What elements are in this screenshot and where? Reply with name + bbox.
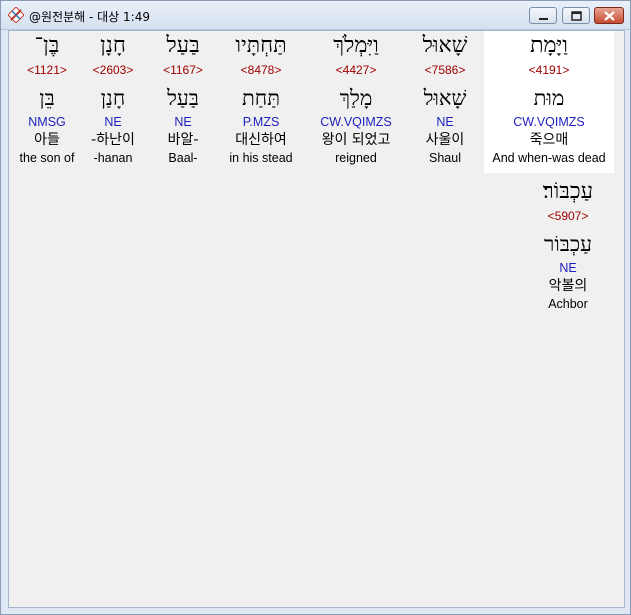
- english-gloss: And when-was dead: [492, 151, 606, 165]
- word-column-7[interactable]: בֶּן־ <1121> בֵּן NMSG 아들 the son of: [13, 31, 81, 167]
- strong-number[interactable]: <5907>: [528, 207, 608, 225]
- window-title: @원전분해 - 대상 1:49: [29, 10, 150, 24]
- morphology-code: NE: [559, 261, 577, 275]
- morphology-code: NE: [174, 115, 192, 129]
- korean-gloss: -하난이: [91, 132, 135, 148]
- hebrew-lemma: תַּחַת: [241, 86, 281, 110]
- english-gloss: reigned: [335, 151, 377, 165]
- word-column-3[interactable]: וַיִּמְלֹךְ <4427> מָלַךְ CW.VQIMZS 왕이 되…: [307, 31, 405, 167]
- maximize-icon: [571, 11, 582, 21]
- strong-number[interactable]: <4427>: [307, 61, 405, 79]
- minimize-button[interactable]: [529, 7, 557, 24]
- word-column-2[interactable]: שָׁאוּל <7586> שָׁאוּל NE 사울이 Shaul: [405, 31, 485, 167]
- hebrew-surface: תַּחְתָּיו: [235, 33, 287, 58]
- app-logo-icon: [7, 6, 25, 24]
- korean-gloss: 사울이: [425, 132, 465, 148]
- word-column-1[interactable]: וַיָּמָת <4191> מוּת CW.VQIMZS 죽으매 And w…: [484, 31, 614, 173]
- strong-number[interactable]: <1167>: [153, 61, 213, 79]
- hebrew-surface: בֶּן־: [34, 33, 60, 58]
- app-window: @원전분해 - 대상 1:49 וַיָּמָת <4191> מוּת CW.…: [0, 0, 631, 615]
- hebrew-lemma: מָלַךְ: [339, 86, 373, 110]
- morphology-code: NE: [104, 115, 122, 129]
- morphology-code: NMSG: [28, 115, 66, 129]
- english-gloss: in his stead: [229, 151, 293, 165]
- hebrew-surface: עַכְבּוֹר׃: [542, 179, 594, 204]
- strong-number[interactable]: <1121>: [13, 61, 81, 79]
- hebrew-lemma: חָנַן: [100, 86, 126, 110]
- word-column-8[interactable]: עַכְבּוֹר׃ <5907> עַכְבּוֹר NE 악볼의 Achbo…: [528, 177, 608, 313]
- strong-number[interactable]: <8478>: [219, 61, 303, 79]
- korean-gloss: 아들: [34, 132, 60, 148]
- strong-number[interactable]: <4191>: [484, 61, 614, 79]
- korean-gloss: 죽으매: [529, 132, 569, 148]
- english-gloss: the son of: [19, 151, 75, 165]
- morphology-code: CW.VQIMZS: [513, 115, 585, 129]
- english-gloss: Baal-: [168, 151, 198, 165]
- word-column-5[interactable]: בַּעַל <1167> בַּעַל NE 바알- Baal-: [153, 31, 213, 167]
- english-gloss: -hanan: [93, 151, 133, 165]
- close-button[interactable]: [594, 7, 624, 24]
- korean-gloss: 왕이 되었고: [321, 132, 391, 148]
- minimize-icon: [539, 18, 548, 20]
- hebrew-lemma: בֵּן: [39, 86, 55, 110]
- strong-number[interactable]: <7586>: [405, 61, 485, 79]
- hebrew-lemma: עַכְבּוֹר: [544, 232, 592, 256]
- hebrew-surface: וַיָּמָת: [530, 33, 568, 58]
- morphology-code: NE: [436, 115, 454, 129]
- english-gloss: Shaul: [429, 151, 461, 165]
- interlinear-panel: וַיָּמָת <4191> מוּת CW.VQIMZS 죽으매 And w…: [8, 30, 625, 608]
- hebrew-lemma: שָׁאוּל: [423, 86, 467, 110]
- strong-number[interactable]: <2603>: [85, 61, 141, 79]
- english-gloss: Achbor: [548, 297, 588, 311]
- word-column-6[interactable]: חָנָן <2603> חָנַן NE -하난이 -hanan: [85, 31, 141, 167]
- word-column-4[interactable]: תַּחְתָּיו <8478> תַּחַת P.MZS 대신하여 in h…: [219, 31, 303, 167]
- close-icon: [604, 11, 615, 21]
- hebrew-surface: בַּעַל: [166, 33, 200, 58]
- hebrew-surface: שָׁאוּל: [422, 33, 468, 58]
- korean-gloss: 악볼의: [548, 278, 588, 294]
- korean-gloss: 대신하여: [235, 132, 287, 148]
- hebrew-surface: חָנָן: [100, 33, 126, 58]
- morphology-code: P.MZS: [242, 115, 280, 129]
- maximize-button[interactable]: [562, 7, 590, 24]
- hebrew-lemma: בַּעַל: [167, 86, 199, 110]
- korean-gloss: 바알-: [167, 132, 199, 148]
- title-bar[interactable]: @원전분해 - 대상 1:49: [1, 1, 630, 30]
- morphology-code: CW.VQIMZS: [320, 115, 392, 129]
- hebrew-lemma: מוּת: [533, 86, 565, 110]
- hebrew-surface: וַיִּמְלֹךְ: [333, 33, 379, 58]
